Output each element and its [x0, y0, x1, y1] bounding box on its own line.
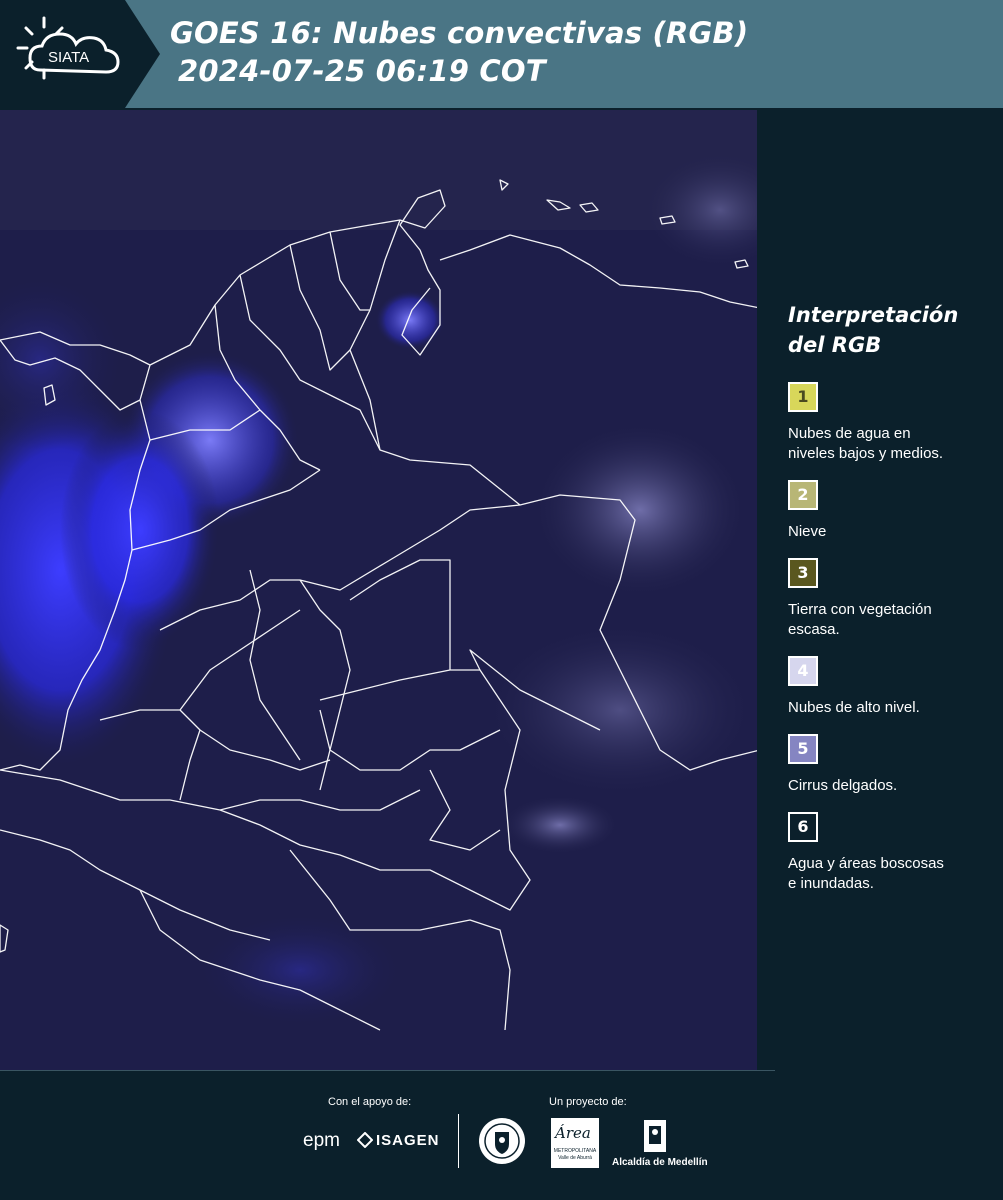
legend-item: 6 Agua y áreas boscosas e inundadas. [788, 812, 993, 894]
legend-swatch: 6 [788, 812, 818, 842]
legend-item: 5 Cirrus delgados. [788, 734, 993, 796]
isagen-logo: ISAGEN [376, 1132, 440, 1149]
area-logo-word: Área [555, 1124, 591, 1142]
support-label: Con el apoyo de: [328, 1096, 412, 1108]
logo-text: SIATA [48, 49, 89, 66]
legend-label-line-1: Nieve [788, 523, 827, 540]
legend-swatch: 2 [788, 480, 818, 510]
epm-logo: epm [303, 1130, 340, 1151]
project-label: Un proyecto de: [549, 1096, 627, 1108]
page-title: GOES 16: Nubes convectivas (RGB) 2024-07… [170, 14, 748, 90]
legend-swatch: 1 [788, 382, 818, 412]
legend-title-line-1: Interpretación [788, 303, 959, 327]
legend-label-line-1: Nubes de agua en [788, 425, 911, 442]
legend-swatch: 4 [788, 656, 818, 686]
legend: Interpretación del RGB 1 Nubes de agua en… [788, 300, 993, 910]
legend-label-line-1: Nubes de alto nivel. [788, 699, 920, 716]
alcaldia-medellin-label: Alcaldía de Medellín [612, 1157, 708, 1168]
legend-label: Nieve [788, 522, 993, 542]
legend-items: 1 Nubes de agua en niveles bajos y medios.… [788, 382, 993, 894]
siata-logo: SIATA [0, 0, 160, 108]
footer: Con el apoyo de: Un proyecto de: epm ISA… [0, 1070, 1003, 1200]
medellin-seal-icon [479, 1118, 525, 1164]
footer-divider-line [0, 1070, 775, 1071]
legend-label-line-2: e inundadas. [788, 875, 874, 892]
legend-swatch: 5 [788, 734, 818, 764]
map-divider [757, 110, 760, 1070]
legend-label: Nubes de alto nivel. [788, 698, 993, 718]
legend-label-line-2: escasa. [788, 621, 840, 638]
legend-label-line-1: Tierra con vegetación [788, 601, 932, 618]
sun-cloud-logo-icon: SIATA [0, 0, 160, 108]
legend-title: Interpretación del RGB [788, 300, 993, 360]
area-metropolitana-logo: Área METROPOLITANA Valle de Aburrá [551, 1118, 599, 1168]
legend-label: Agua y áreas boscosas e inundadas. [788, 854, 993, 894]
title-line-2: 2024-07-25 06:19 COT [178, 54, 546, 88]
legend-label: Cirrus delgados. [788, 776, 993, 796]
map-image [0, 110, 760, 1070]
legend-item: 1 Nubes de agua en niveles bajos y medios. [788, 382, 993, 464]
legend-label: Tierra con vegetación escasa. [788, 600, 993, 640]
legend-item: 3 Tierra con vegetación escasa. [788, 558, 993, 640]
legend-title-line-2: del RGB [788, 333, 882, 357]
legend-label-line-1: Cirrus delgados. [788, 777, 898, 794]
header: SIATA GOES 16: Nubes convectivas (RGB) 2… [0, 0, 1003, 108]
isagen-diamond-icon [357, 1132, 373, 1148]
footer-vertical-divider [458, 1114, 459, 1168]
legend-label: Nubes de agua en niveles bajos y medios. [788, 424, 993, 464]
legend-label-line-2: niveles bajos y medios. [788, 445, 944, 462]
alcaldia-building-icon [644, 1120, 666, 1152]
legend-label-line-1: Agua y áreas boscosas [788, 855, 944, 872]
legend-item: 2 Nieve [788, 480, 993, 542]
satellite-map [0, 110, 760, 1070]
legend-swatch: 3 [788, 558, 818, 588]
title-line-1: GOES 16: Nubes convectivas (RGB) [170, 16, 749, 50]
legend-item: 4 Nubes de alto nivel. [788, 656, 993, 718]
area-logo-sub: METROPOLITANA Valle de Aburrá [553, 1148, 597, 1161]
